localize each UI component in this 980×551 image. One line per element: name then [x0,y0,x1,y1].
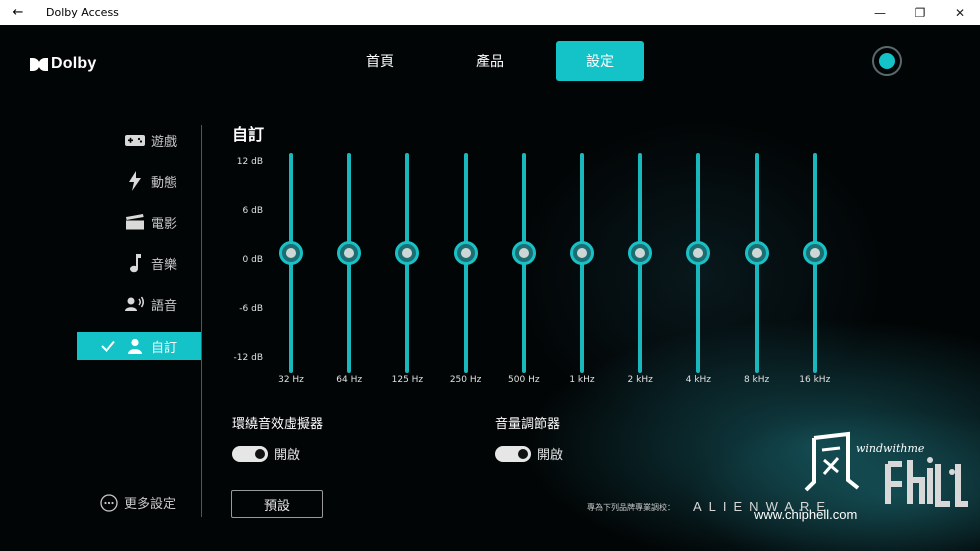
db-label: 0 dB [242,255,263,265]
eq-frequency-label: 16 kHz [799,375,831,385]
close-button[interactable]: ✕ [940,0,980,25]
eq-frequency-label: 8 kHz [743,375,770,385]
restore-button[interactable]: ❐ [900,0,940,25]
tuned-by-text: 專為下列品牌專業調校： [587,503,675,512]
surround-toggle[interactable] [232,445,268,462]
check-icon [101,340,115,352]
sidebar-item-dynamic[interactable]: 動態 [77,167,201,195]
equalizer: 12 dB 6 dB 0 dB -6 dB -12 dB 32 Hz 64 Hz 1… [225,147,845,397]
surround-state: 開啟 [274,448,301,463]
toggle-thumb [518,448,528,459]
tab-products[interactable]: 產品 [446,41,534,81]
music-note-icon [124,254,146,273]
sidebar-item-custom[interactable]: 自訂 [77,332,201,360]
sidebar-item-label: 動態 [150,175,177,191]
knob-center [460,248,471,259]
back-button[interactable]: ← [0,5,36,20]
window-title: Dolby Access [46,6,119,19]
app-body: Dolby 首頁 產品 設定 遊戲 動態 電影 音樂 語音 自訂 更多設定 自訂… [0,25,980,551]
more-settings-label: 更多設定 [124,497,177,512]
profile-status-icon [879,53,895,69]
tab-settings[interactable]: 設定 [556,41,644,81]
gamepad-icon [124,131,146,149]
watermark-url: www.chiphell.com [754,507,858,522]
eq-band-knob[interactable] [744,241,769,266]
volume-leveler: 音量調節器 開啟 [495,413,563,463]
eq-band-knob[interactable] [337,241,362,266]
tab-home[interactable]: 首頁 [336,41,424,81]
eq-frequency-label: 250 Hz [449,375,482,385]
sidebar-item-movie[interactable]: 電影 [77,208,201,236]
more-dots-icon [100,493,118,512]
person-icon [124,337,146,355]
knob-center [286,248,296,259]
title-bar: ← Dolby Access — ❐ ✕ [0,0,980,25]
sidebar-item-music[interactable]: 音樂 [77,249,201,277]
knob-center [577,248,587,259]
eq-band-knob[interactable] [686,241,711,266]
sidebar-item-label: 電影 [150,216,177,232]
sidebar-item-label: 遊戲 [150,134,177,150]
knob-center [693,248,704,259]
knob-center [809,248,820,259]
knob-center [344,248,355,259]
toggle-thumb [255,448,265,459]
eq-frequency-label: 32 Hz [278,375,304,385]
eq-band-knob[interactable] [802,241,827,266]
db-label: 12 dB [236,157,263,167]
eq-frequency-label: 2 kHz [627,375,653,385]
sidebar-item-label: 語音 [150,298,177,314]
preset-button[interactable]: 預設 [231,490,323,518]
eq-frequency-label: 125 Hz [391,375,424,385]
knob-center [402,248,413,259]
eq-frequency-label: 4 kHz [685,375,712,385]
db-label: 6 dB [242,206,263,216]
minimize-button[interactable]: — [860,0,900,25]
window-controls: — ❐ ✕ [860,0,980,25]
knob-center [751,248,762,259]
voice-icon [124,295,146,313]
more-settings-link[interactable]: 更多設定 [100,493,176,512]
sidebar-item-voice[interactable]: 語音 [77,290,201,318]
page-title: 自訂 [232,125,265,144]
eq-frequency-label: 500 Hz [508,375,540,385]
surround-virtualizer: 環繞音效虛擬器 開啟 [232,413,323,463]
eq-frequency-label: 1 kHz [569,375,595,385]
sidebar-item-games[interactable]: 遊戲 [77,126,201,154]
knob-center [635,248,646,259]
profile-button[interactable] [872,46,902,76]
top-navigation: 首頁 產品 設定 [0,41,980,81]
volume-leveler-label: 音量調節器 [495,417,561,432]
db-label: -6 dB [239,304,263,314]
lightning-icon [124,171,146,191]
surround-label: 環繞音效虛擬器 [232,417,324,432]
volume-leveler-toggle[interactable] [495,445,531,462]
eq-band-knob[interactable] [628,241,653,266]
db-label: -12 dB [233,353,263,363]
eq-band-knob[interactable] [453,241,478,266]
eq-band-knob[interactable] [570,241,594,266]
eq-band-knob[interactable] [511,241,536,266]
sidebar-item-label: 自訂 [150,340,177,356]
sidebar-item-label: 音樂 [150,257,177,273]
knob-center [518,248,529,259]
svg-text:windwithme: windwithme [856,442,925,455]
sidebar-divider [201,125,202,517]
eq-band-knob[interactable] [395,241,420,266]
clapperboard-icon [124,213,146,231]
volume-leveler-state: 開啟 [537,448,564,463]
eq-band-knob[interactable] [279,241,303,266]
eq-frequency-label: 64 Hz [336,375,363,385]
